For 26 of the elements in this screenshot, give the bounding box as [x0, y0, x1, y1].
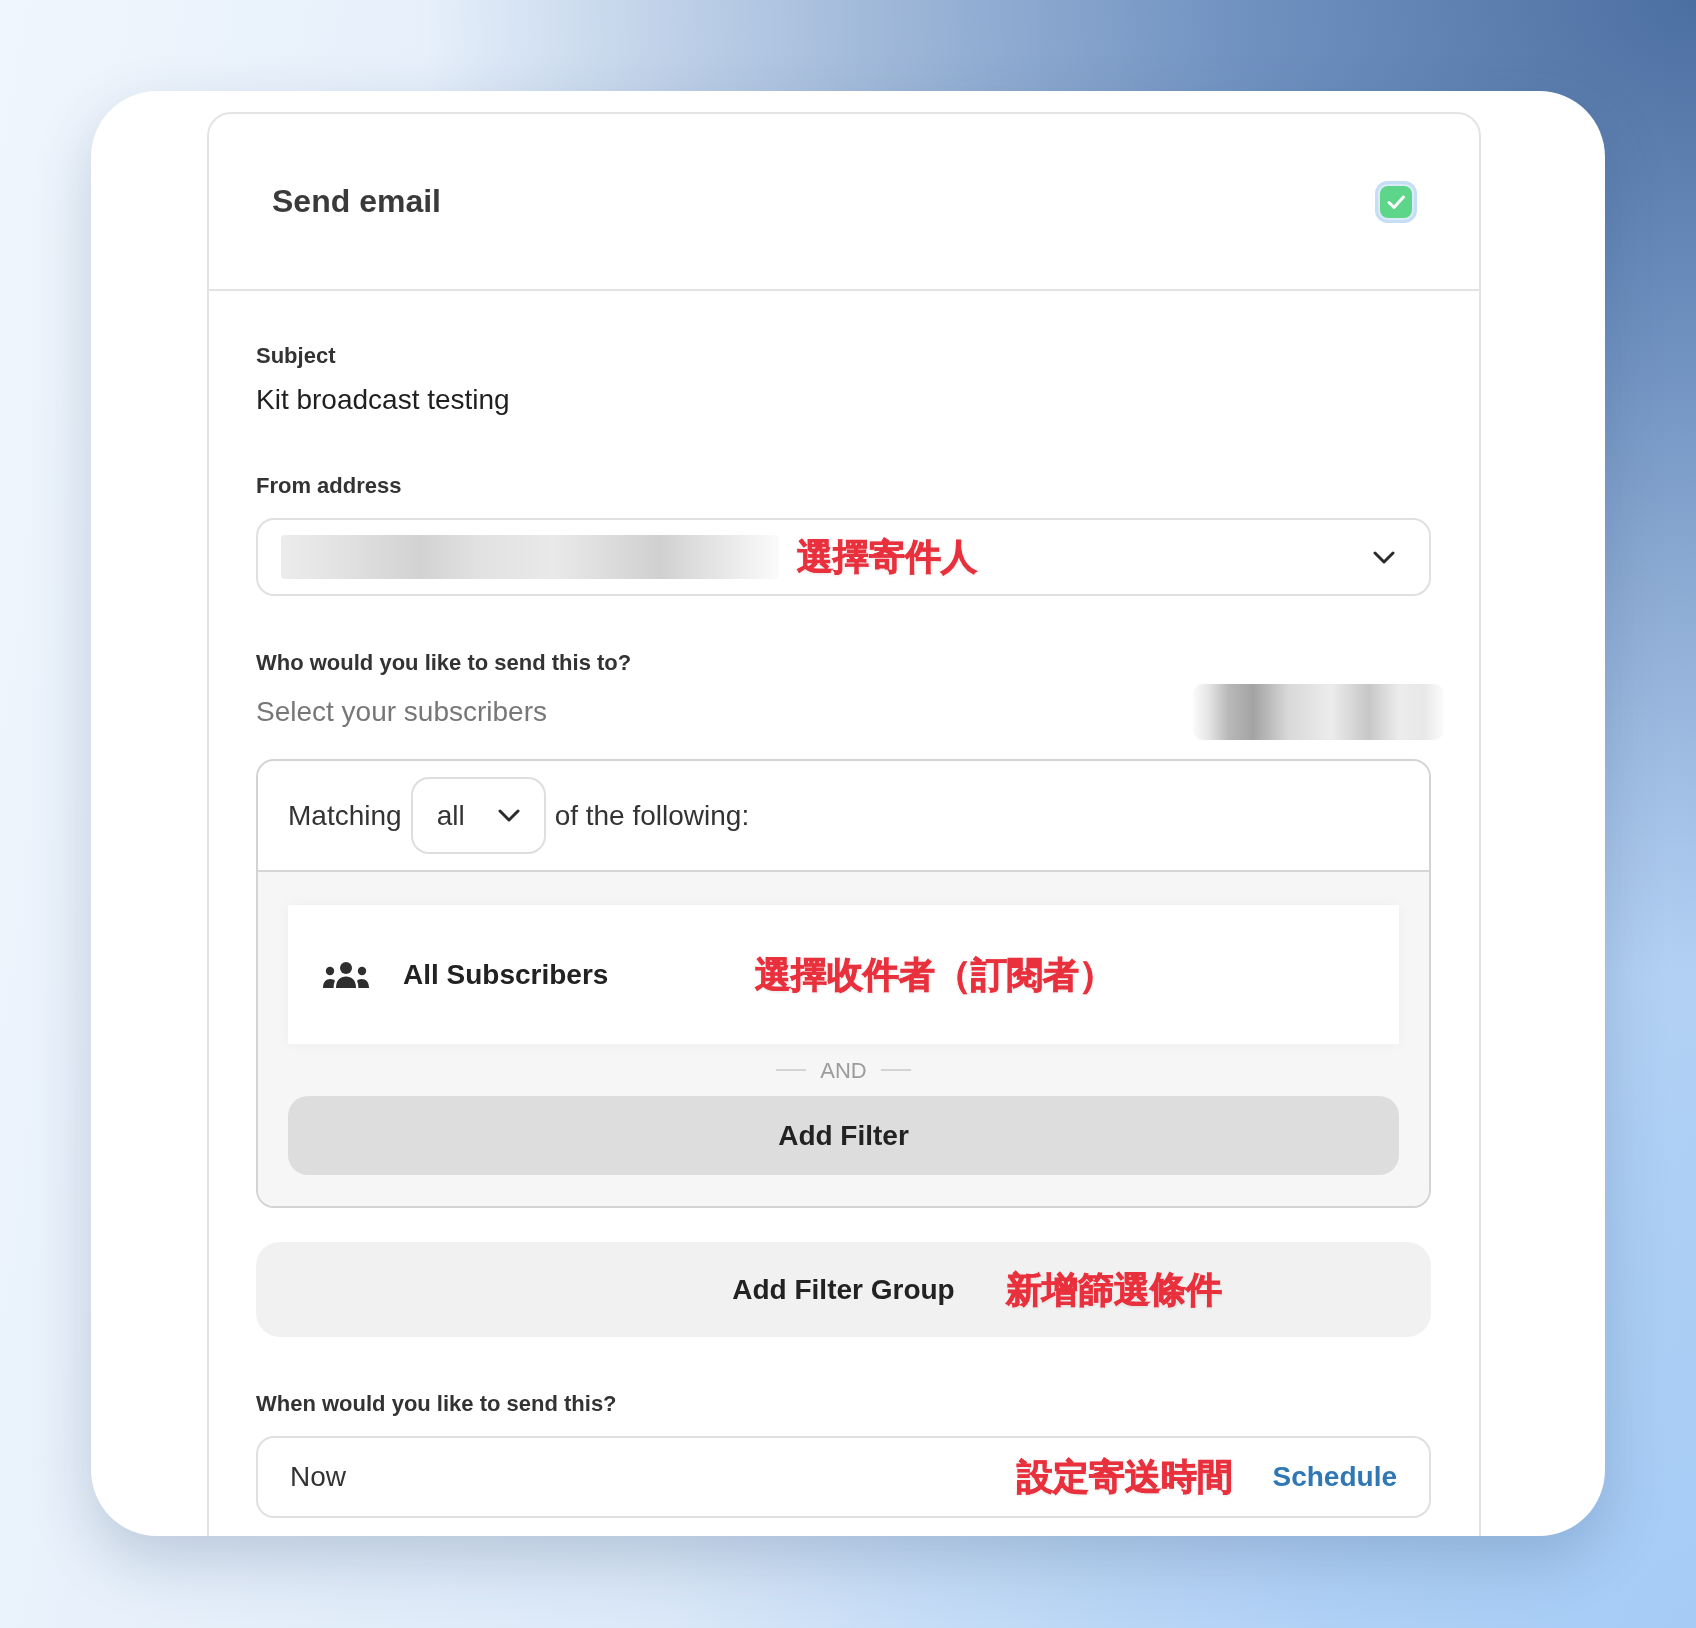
checkbox[interactable]	[1375, 180, 1417, 223]
annotation-text: 新增篩選條件	[1005, 1268, 1222, 1311]
field-label: When would you like to send this?	[256, 1390, 618, 1417]
people-icon	[322, 960, 370, 989]
send-time-field[interactable]: Now 設定寄送時間 Schedule	[256, 1436, 1431, 1518]
from-address-select[interactable]: 選擇寄件人	[256, 518, 1431, 596]
field-label: Who would you like to send this to?	[256, 649, 633, 676]
chevron-down-icon	[1373, 550, 1395, 564]
field-label: From address	[256, 472, 403, 499]
filter-label: All Subscribers	[403, 957, 609, 992]
annotation-text: 選擇寄件人	[797, 536, 977, 578]
annotation-text: 選擇收件者（訂閱者）	[755, 953, 1115, 996]
matching-text: of the following:	[554, 798, 750, 833]
subject-value: Kit broadcast testing	[256, 383, 511, 417]
match-mode-select[interactable]: all	[410, 777, 546, 854]
field-label: Subject	[256, 342, 337, 369]
hint-text: Select your subscribers	[256, 695, 547, 729]
matching-text: Matching	[288, 798, 402, 833]
and-separator-text: AND	[820, 1056, 867, 1085]
add-filter-button[interactable]: Add Filter	[288, 1096, 1399, 1175]
annotation-text: 設定寄送時間	[1016, 1456, 1233, 1498]
filter-card[interactable]: All Subscribers 選擇收件者（訂閱者）	[288, 905, 1399, 1044]
panel-title: Send email	[272, 182, 441, 221]
chevron-down-icon	[497, 809, 520, 822]
schedule-link[interactable]: Schedule	[1272, 1456, 1397, 1498]
send-time-value: Now	[290, 1460, 346, 1494]
